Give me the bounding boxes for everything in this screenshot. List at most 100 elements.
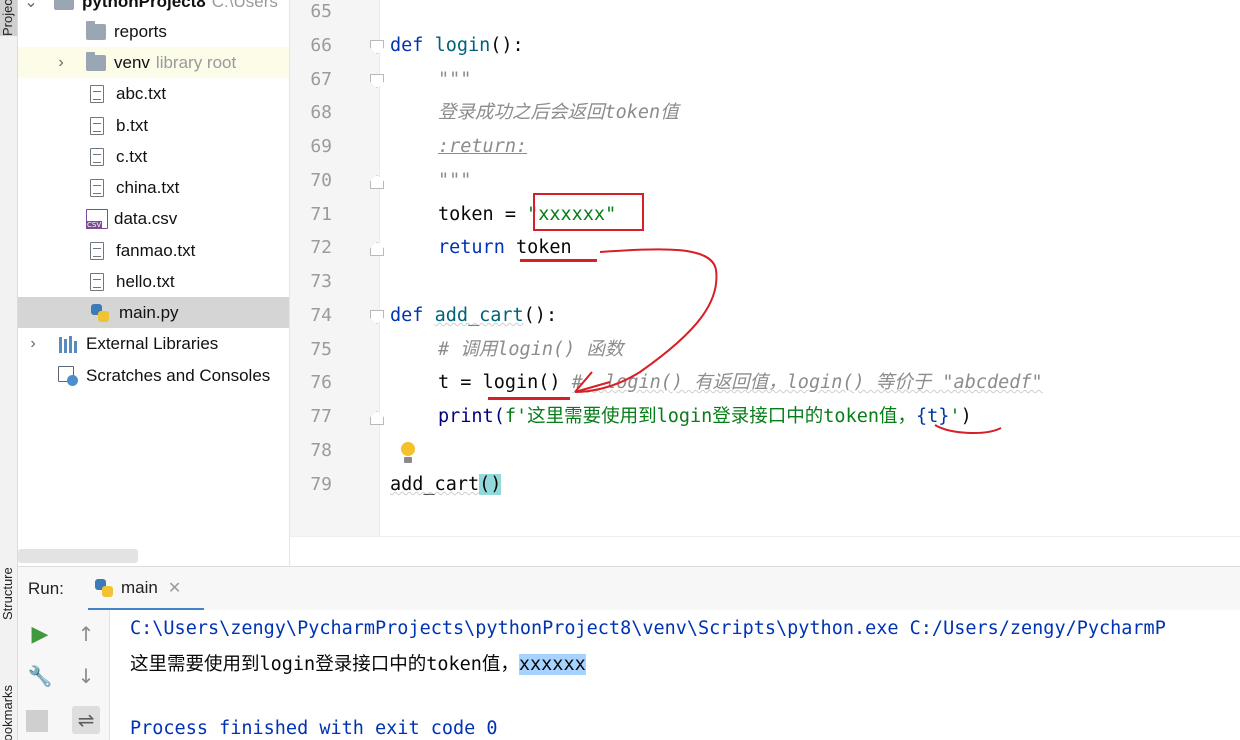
console-output-prefix: 这里需要使用到login登录接口中的token值， <box>130 654 519 675</box>
bookmarks-tool-tab[interactable]: Bookmarks <box>0 670 17 740</box>
tree-item-c-txt[interactable]: c.txt <box>18 141 289 172</box>
tree-item-venv[interactable]: › venv library root <box>18 47 289 78</box>
line-number: 66 <box>310 35 332 56</box>
code-line-67: """ <box>438 69 472 90</box>
code-token: f'这里需要使用到login登录接口中的token值， <box>504 406 916 427</box>
project-tool-tab[interactable]: Project <box>0 0 17 36</box>
code-line-77: print(f'这里需要使用到login登录接口中的token值，{t}') <box>438 400 972 434</box>
fold-marker[interactable] <box>370 411 384 425</box>
tree-item-label: c.txt <box>116 146 148 166</box>
code-token: # login() 有返回值，login() 等价于 "abcdedf" <box>571 372 1043 393</box>
fold-marker[interactable] <box>370 242 384 256</box>
annotation-underline-login-call <box>488 397 570 400</box>
code-token: add_cart <box>390 474 480 495</box>
stop-icon[interactable] <box>26 710 48 732</box>
project-horizontal-scrollbar[interactable] <box>18 549 138 563</box>
tree-item-label: b.txt <box>116 115 149 135</box>
code-line-70: """ <box>438 170 472 191</box>
fold-marker[interactable] <box>370 175 384 189</box>
fold-marker[interactable] <box>370 310 384 324</box>
line-number: 75 <box>310 339 332 360</box>
code-token: {t} <box>916 406 950 427</box>
tree-root-path: C:\Users <box>211 0 278 11</box>
code-token: (): <box>490 35 524 56</box>
tree-item-china-txt[interactable]: china.txt <box>18 172 289 203</box>
line-number: 69 <box>310 136 332 157</box>
line-number: 72 <box>310 237 332 258</box>
tree-item-abc-txt[interactable]: abc.txt <box>18 78 289 109</box>
fold-marker[interactable] <box>370 40 384 54</box>
tree-item-label: china.txt <box>116 177 180 197</box>
code-token: ) <box>960 406 972 427</box>
tree-item-label: External Libraries <box>86 333 219 353</box>
run-tab-main[interactable]: main ✕ <box>88 567 204 611</box>
close-icon[interactable]: ✕ <box>168 578 181 597</box>
code-token: print( <box>438 406 505 427</box>
line-number: 65 <box>310 1 332 22</box>
tree-item-data-csv[interactable]: CSV data.csv <box>18 203 289 234</box>
text-file-icon <box>90 147 104 166</box>
code-token: def <box>390 305 424 326</box>
scratches-icon <box>58 365 78 386</box>
code-editor[interactable]: 65 66 67 68 69 70 71 72 73 74 75 76 77 7… <box>290 0 1240 566</box>
annotation-underline-token <box>520 259 597 262</box>
tree-item-label: Scratches and Consoles <box>86 365 271 385</box>
console-output-line: 这里需要使用到login登录接口中的token值，xxxxxx <box>130 650 586 676</box>
console-exit-line: Process finished with exit code 0 <box>130 718 498 739</box>
tree-item-main-py[interactable]: main.py <box>18 297 289 328</box>
structure-tool-tab[interactable]: Structure <box>0 540 17 620</box>
line-number: 73 <box>310 271 332 292</box>
chevron-right-icon[interactable]: › <box>54 54 68 72</box>
text-file-icon <box>90 241 104 260</box>
library-root-hint: library root <box>155 52 237 72</box>
lightbulb-icon[interactable] <box>400 442 416 466</box>
text-file-icon <box>90 116 104 135</box>
arrow-down-icon[interactable]: ↓ <box>72 662 100 690</box>
text-file-icon <box>90 178 104 197</box>
code-token: add_cart <box>434 305 524 326</box>
code-token: token <box>504 237 572 258</box>
code-token: def <box>390 35 424 56</box>
tree-item-external-libraries[interactable]: › External Libraries <box>18 328 289 359</box>
run-toolbar: ▶ ↑ 🔧 ↓ ⇌ <box>18 610 110 740</box>
code-line-76: t = login() # login() 有返回值，login() 等价于 "… <box>438 366 1043 400</box>
tree-item-label: hello.txt <box>116 271 175 291</box>
tree-item-fanmao-txt[interactable]: fanmao.txt <box>18 235 289 266</box>
csv-file-icon: CSV <box>86 208 108 229</box>
console-output-value: xxxxxx <box>518 654 586 675</box>
text-file-icon <box>90 84 104 103</box>
tree-item-b-txt[interactable]: b.txt <box>18 110 289 141</box>
line-number: 68 <box>310 102 332 123</box>
soft-wrap-icon[interactable]: ⇌ <box>72 706 100 734</box>
run-tab-label: main <box>121 577 158 597</box>
code-line-75: # 调用login() 函数 <box>438 339 624 360</box>
line-number: 74 <box>310 305 332 326</box>
fold-marker[interactable] <box>370 74 384 88</box>
editor-gutter: 65 66 67 68 69 70 71 72 73 74 75 76 77 7… <box>290 0 384 536</box>
run-label: Run: <box>28 579 64 598</box>
code-token: return <box>438 237 505 258</box>
tree-item-reports[interactable]: reports <box>18 16 289 47</box>
chevron-down-icon[interactable]: ⌄ <box>24 0 38 12</box>
tree-item-label: reports <box>114 21 167 41</box>
folder-icon <box>54 0 74 10</box>
code-line-69: :return: <box>438 136 528 157</box>
python-file-icon <box>91 303 109 322</box>
tree-item-scratches[interactable]: Scratches and Consoles <box>18 360 289 391</box>
chevron-right-icon[interactable]: › <box>26 335 40 353</box>
run-console[interactable]: C:\Users\zengy\PycharmProjects\pythonPro… <box>110 610 1240 740</box>
code-line-66: def login(): <box>390 29 524 63</box>
tree-root-label: pythonProject8 <box>82 0 206 11</box>
text-file-icon <box>90 272 104 291</box>
editor-bottom-area <box>290 536 1240 566</box>
folder-icon <box>86 51 106 71</box>
wrench-icon[interactable]: 🔧 <box>26 662 54 690</box>
annotation-box-token-string <box>533 193 644 231</box>
arrow-up-icon[interactable]: ↑ <box>72 620 100 648</box>
folder-icon <box>86 20 106 40</box>
code-line-68: 登录成功之后会返回token值 <box>438 102 679 123</box>
code-token: ' <box>949 406 961 427</box>
tree-item-hello-txt[interactable]: hello.txt <box>18 266 289 297</box>
tree-root[interactable]: ⌄ pythonProject8 C:\Users <box>18 0 289 17</box>
rerun-icon[interactable]: ▶ <box>26 620 54 648</box>
